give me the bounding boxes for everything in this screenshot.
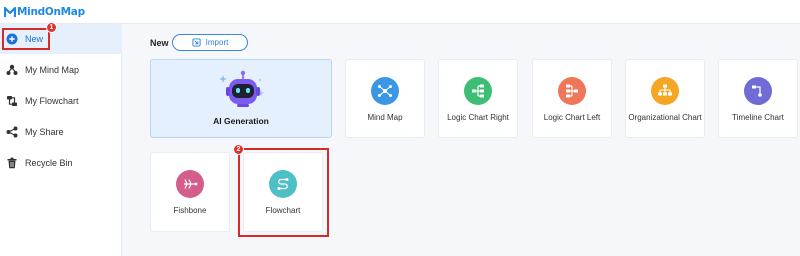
logo-icon xyxy=(4,6,16,17)
share-icon xyxy=(6,126,18,138)
fishbone-icon xyxy=(176,170,204,198)
step-badge-2: 2 xyxy=(233,144,244,155)
template-label: Logic Chart Left xyxy=(543,113,601,122)
template-label: Fishbone xyxy=(173,206,207,215)
robot-icon xyxy=(219,70,264,107)
mind-map-icon xyxy=(371,77,399,105)
top-bar: MindOnMap xyxy=(0,0,800,24)
template-logic-chart-right[interactable]: Logic Chart Right xyxy=(438,59,518,138)
template-label: AI Generation xyxy=(213,116,269,126)
step-badge-1: 1 xyxy=(46,22,57,33)
logo-text: MindOnMap xyxy=(17,6,85,18)
import-button[interactable]: Import xyxy=(172,34,248,51)
highlight-new xyxy=(2,28,50,50)
app-logo[interactable]: MindOnMap xyxy=(4,4,85,20)
template-logic-chart-left[interactable]: Logic Chart Left xyxy=(532,59,612,138)
import-icon xyxy=(192,38,201,47)
template-timeline-chart[interactable]: Timeline Chart xyxy=(718,59,798,138)
app-window: MindOnMap New My Mind Map My Flowchart M… xyxy=(0,0,800,256)
template-label: Logic Chart Right xyxy=(447,113,509,122)
template-organizational-chart[interactable]: Organizational Chart xyxy=(625,59,705,138)
section-title: New xyxy=(150,38,169,48)
template-label: Timeline Chart xyxy=(732,113,784,122)
template-mind-map[interactable]: Mind Map xyxy=(345,59,425,138)
template-ai-generation[interactable]: AI Generation xyxy=(150,59,332,138)
sidebar-item-my-flowchart[interactable]: My Flowchart xyxy=(0,86,122,116)
template-label: Organizational Chart xyxy=(628,113,702,122)
sidebar-item-label: My Flowchart xyxy=(25,96,79,106)
sidebar-item-label: My Share xyxy=(25,127,64,137)
sidebar-item-my-share[interactable]: My Share xyxy=(0,117,122,147)
sidebar-item-recycle-bin[interactable]: Recycle Bin xyxy=(0,148,122,178)
template-fishbone[interactable]: Fishbone xyxy=(150,152,230,232)
highlight-flowchart xyxy=(238,148,329,237)
sidebar-item-my-mind-map[interactable]: My Mind Map xyxy=(0,55,122,85)
mind-map-icon xyxy=(6,64,18,75)
timeline-icon xyxy=(744,77,772,105)
org-chart-icon xyxy=(651,77,679,105)
logic-right-icon xyxy=(464,77,492,105)
logic-left-icon xyxy=(558,77,586,105)
sidebar-item-label: My Mind Map xyxy=(25,65,80,75)
template-label: Mind Map xyxy=(367,113,403,122)
import-label: Import xyxy=(205,38,229,47)
sidebar-item-label: Recycle Bin xyxy=(25,158,73,168)
trash-icon xyxy=(7,157,17,169)
sidebar: New My Mind Map My Flowchart My Share Re… xyxy=(0,24,122,256)
flowchart-icon xyxy=(7,96,17,106)
